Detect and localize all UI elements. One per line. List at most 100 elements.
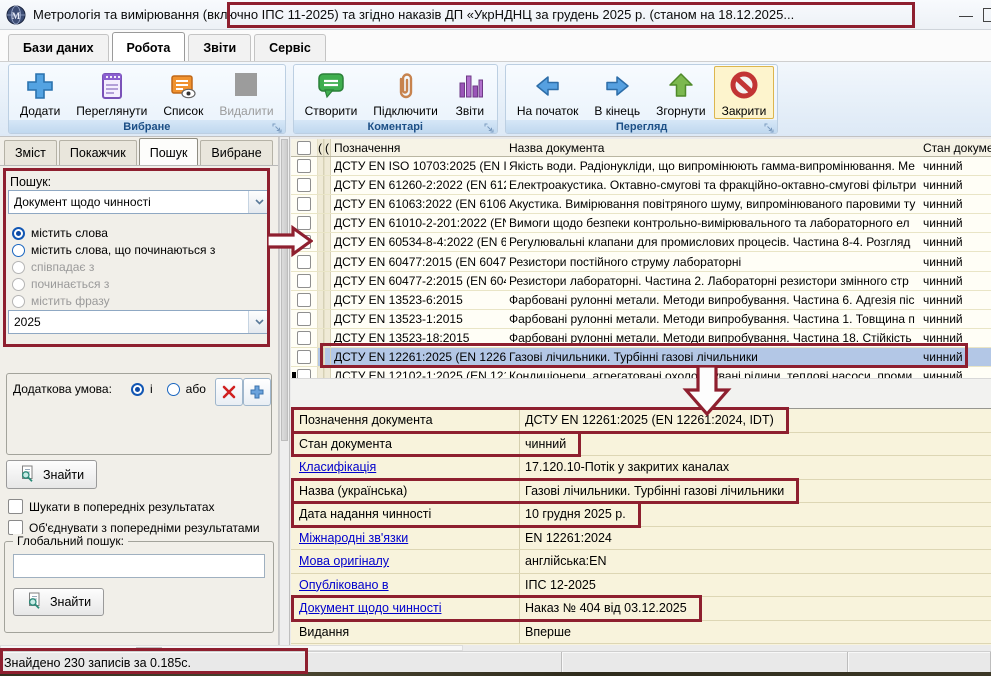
ribbon-tab-3[interactable]: Звіти [188, 34, 251, 61]
table-row-9[interactable]: ДСТУ EN 13523-1:2015Фарбовані рулонні ме… [291, 310, 991, 329]
add-condition-button[interactable] [243, 378, 271, 406]
row-select-cell[interactable] [291, 329, 317, 347]
remove-condition-button[interactable] [215, 378, 243, 406]
global-search-input[interactable] [13, 554, 265, 578]
ribbon-tab-4[interactable]: Сервіс [254, 34, 326, 61]
row-select-cell[interactable] [291, 233, 317, 251]
table-row-7[interactable]: ДСТУ EN 60477-2:2015 (EN 604Резистори ла… [291, 272, 991, 291]
row-select-cell[interactable] [291, 348, 317, 366]
row-checkbox[interactable] [297, 197, 311, 211]
search-field-combobox[interactable]: Документ щодо чинності [8, 190, 270, 214]
details-row-content: Класифікація17.120.10-Потік у закритих к… [291, 456, 735, 479]
details-label-link[interactable]: Мова оригіналу [291, 554, 519, 568]
toolbar-button-3-3[interactable]: Згорнути [648, 66, 714, 119]
condition-option-1[interactable]: і [131, 381, 153, 397]
toolbar-button-2-3[interactable]: Звіти [446, 66, 494, 119]
search-option-checkbox-2[interactable]: Об'єднувати з попередніми результатами [8, 520, 260, 535]
chevron-down-icon[interactable] [248, 191, 269, 213]
row-checkbox[interactable] [297, 369, 311, 378]
row-narrow-col-2 [324, 329, 331, 347]
toolbar-button-3-4[interactable]: Закрити [714, 66, 775, 119]
toolbar-button-1-3[interactable]: Список [155, 66, 211, 119]
details-row-content: Опубліковано вІПС 12-2025 [291, 574, 602, 597]
details-label: Дата надання чинності [291, 507, 519, 521]
row-checkbox[interactable] [297, 235, 311, 249]
find-button[interactable]: Знайти [6, 460, 97, 489]
row-select-cell[interactable] [291, 176, 317, 194]
toolbar-button-1-2[interactable]: Переглянути [68, 66, 155, 119]
row-checkbox[interactable] [297, 159, 311, 173]
search-mode-option-2[interactable]: містить слова, що починаються з [12, 242, 215, 258]
table-row-3[interactable]: ДСТУ EN 61063:2022 (EN 6106:Акустика. Ви… [291, 195, 991, 214]
find-button-label: Знайти [43, 468, 84, 482]
radio-button[interactable] [131, 383, 144, 396]
scrollbar-handle[interactable] [281, 139, 288, 441]
row-select-cell[interactable] [291, 291, 317, 309]
row-checkbox[interactable] [297, 178, 311, 192]
header-checkbox[interactable] [297, 141, 311, 155]
row-select-cell[interactable] [291, 157, 317, 175]
checkbox[interactable] [8, 499, 23, 514]
row-select-cell[interactable] [291, 252, 317, 270]
search-term-combobox[interactable]: 2025 [8, 310, 270, 334]
details-label-link[interactable]: Документ щодо чинності [291, 601, 519, 615]
chevron-down-icon[interactable] [248, 311, 269, 333]
sidebar-scrollbar[interactable] [279, 137, 290, 645]
column-header-designation[interactable]: Позначення [331, 139, 506, 156]
row-checkbox[interactable] [297, 293, 311, 307]
details-label-link[interactable]: Класифікація [291, 460, 519, 474]
row-checkbox[interactable] [297, 312, 311, 326]
radio-button[interactable] [12, 244, 25, 257]
plus-icon [24, 70, 56, 102]
column-header-status[interactable]: Стан докуме [920, 139, 991, 156]
sidebar-tab-1[interactable]: Зміст [4, 140, 57, 165]
radio-button[interactable] [167, 383, 180, 396]
table-row-6[interactable]: ДСТУ EN 60477:2015 (EN 6047Резистори пос… [291, 252, 991, 271]
table-row-10[interactable]: ДСТУ EN 13523-18:2015Фарбовані рулонні м… [291, 329, 991, 348]
ribbon-tab-1[interactable]: Бази даних [8, 34, 109, 61]
toolbar-button-3-2[interactable]: В кінець [586, 66, 648, 119]
row-select-cell[interactable] [291, 195, 317, 213]
search-mode-option-1[interactable]: містить слова [12, 225, 108, 241]
column-header-name[interactable]: Назва документа [506, 139, 920, 156]
table-row-12[interactable]: ДСТУ EN 12102-1:2025 (EN 121Кондиціонери… [291, 367, 991, 378]
search-option-checkbox-1[interactable]: Шукати в попередніх результатах [8, 499, 215, 514]
dialog-launcher-icon[interactable] [764, 123, 774, 133]
details-label-link[interactable]: Опубліковано в [291, 578, 519, 592]
row-select-cell[interactable] [291, 310, 317, 328]
scrollbar-handle[interactable] [136, 647, 162, 650]
toolbar-button-2-2[interactable]: Підключити [365, 66, 446, 119]
toolbar-button-label: Підключити [373, 104, 438, 118]
cell-status: чинний [920, 214, 991, 232]
dialog-launcher-icon[interactable] [272, 123, 282, 133]
checkbox[interactable] [8, 520, 23, 535]
table-row-2[interactable]: ДСТУ EN 61260-2:2022 (EN 612Електроакуст… [291, 176, 991, 195]
row-select-cell[interactable] [291, 214, 317, 232]
row-checkbox[interactable] [297, 274, 311, 288]
toolbar-button-1-1[interactable]: Додати [12, 66, 68, 119]
row-select-cell[interactable] [291, 272, 317, 290]
toolbar-button-2-1[interactable]: Створити [297, 66, 366, 119]
toolbar-button-3-1[interactable]: На початок [509, 66, 587, 119]
ribbon-tab-2[interactable]: Робота [112, 32, 186, 61]
row-checkbox[interactable] [297, 331, 311, 345]
dialog-launcher-icon[interactable] [484, 123, 494, 133]
row-checkbox[interactable] [297, 350, 311, 364]
table-row-11[interactable]: ДСТУ EN 12261:2025 (EN 1226Газові лічиль… [291, 348, 991, 367]
table-row-5[interactable]: ДСТУ EN 60534-8-4:2022 (EN 6Регулювальні… [291, 233, 991, 252]
row-checkbox[interactable] [297, 255, 311, 269]
maximize-button[interactable] [983, 8, 991, 22]
condition-option-2[interactable]: або [167, 381, 206, 397]
table-row-8[interactable]: ДСТУ EN 13523-6:2015Фарбовані рулонні ме… [291, 291, 991, 310]
global-find-button[interactable]: Знайти [13, 588, 104, 616]
header-select-all-cell[interactable] [291, 139, 317, 156]
row-checkbox[interactable] [297, 216, 311, 230]
sidebar-tab-2[interactable]: Покажчик [59, 140, 137, 165]
details-label-link[interactable]: Міжнародні зв'язки [291, 531, 519, 545]
sidebar-tab-3[interactable]: Пошук [139, 138, 199, 165]
table-row-1[interactable]: ДСТУ EN ISO 10703:2025 (EN ISЯкість води… [291, 157, 991, 176]
minimize-button[interactable]: — [949, 7, 983, 23]
table-row-4[interactable]: ДСТУ EN 61010-2-201:2022 (ENВимоги щодо … [291, 214, 991, 233]
radio-button[interactable] [12, 227, 25, 240]
sidebar-tab-4[interactable]: Вибране [200, 140, 272, 165]
